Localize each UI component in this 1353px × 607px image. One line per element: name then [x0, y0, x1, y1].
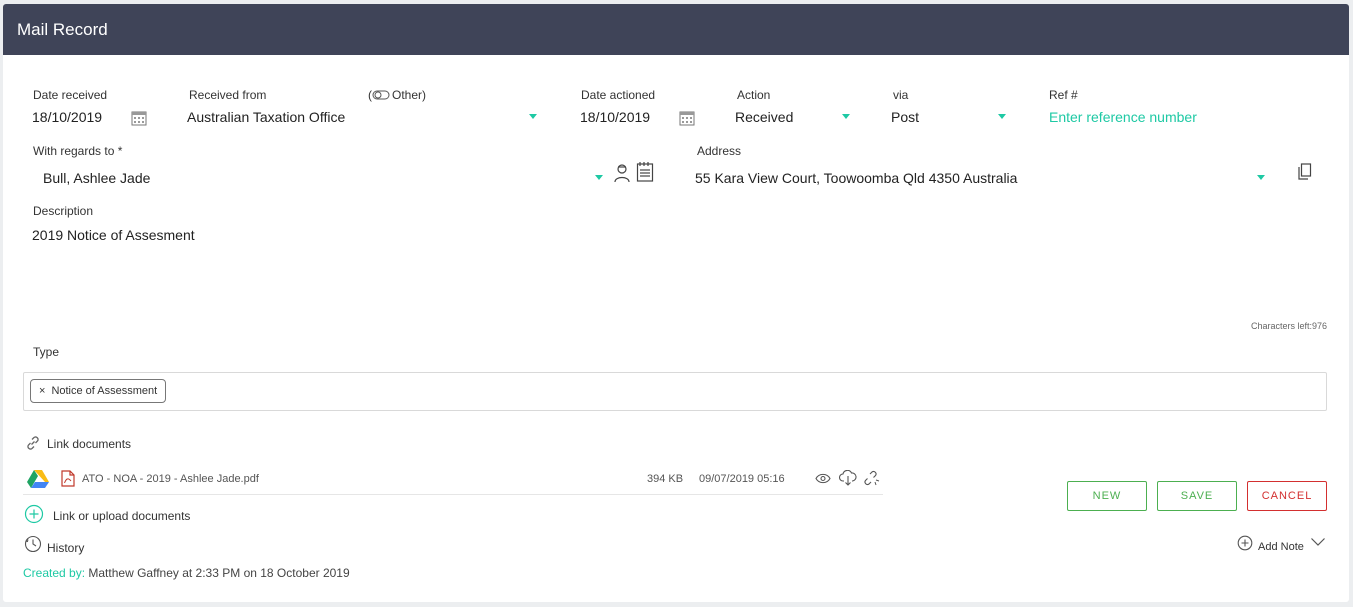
caret-down-icon[interactable]: [842, 114, 850, 119]
link-documents-link[interactable]: Link documents: [47, 437, 131, 451]
new-button[interactable]: NEW: [1067, 481, 1147, 511]
clock-icon: [24, 535, 42, 553]
characters-left: Characters left:976: [1250, 321, 1327, 331]
created-by-value: Matthew Gaffney at 2:33 PM on 18 October…: [85, 566, 350, 580]
document-name-link[interactable]: ATO - NOA - 2019 - Ashlee Jade.pdf: [82, 473, 259, 485]
caret-down-icon[interactable]: [998, 114, 1006, 119]
action-select[interactable]: Received: [735, 109, 793, 125]
type-chip-label: Notice of Assessment: [51, 385, 158, 397]
ref-input[interactable]: Enter reference number: [1049, 109, 1197, 125]
save-button[interactable]: SAVE: [1157, 481, 1237, 511]
caret-down-icon[interactable]: [1257, 175, 1265, 180]
chip-remove-button[interactable]: ×: [39, 385, 45, 397]
caret-down-icon[interactable]: [595, 175, 603, 180]
page-title: Mail Record: [17, 20, 108, 39]
description-textarea[interactable]: 2019 Notice of Assesment: [32, 227, 195, 243]
link-upload-documents-link[interactable]: Link or upload documents: [53, 509, 190, 523]
date-actioned-label: Date actioned: [581, 88, 656, 102]
person-icon[interactable]: [612, 163, 632, 183]
calendar-icon[interactable]: [679, 110, 695, 126]
cloud-download-icon[interactable]: [839, 470, 857, 486]
chevron-down-icon[interactable]: [1310, 537, 1326, 547]
type-chip: × Notice of Assessment: [30, 379, 167, 403]
address-select[interactable]: 55 Kara View Court, Toowoomba Qld 4350 A…: [695, 170, 1017, 186]
cancel-button[interactable]: CANCEL: [1247, 481, 1327, 511]
created-by: Created by: Matthew Gaffney at 2:33 PM o…: [23, 566, 350, 580]
via-label: via: [893, 88, 909, 102]
add-note-button[interactable]: Add Note: [1258, 541, 1304, 553]
received-from-select[interactable]: Australian Taxation Office: [187, 109, 345, 125]
ref-label: Ref #: [1049, 88, 1078, 102]
toggle-icon[interactable]: [372, 90, 390, 100]
created-by-label: Created by:: [23, 566, 86, 580]
document-date: 09/07/2019 05:16: [699, 473, 785, 485]
pdf-icon: [61, 470, 75, 487]
header-bar: Mail Record: [3, 4, 1349, 55]
unlink-icon[interactable]: [863, 470, 881, 486]
type-input[interactable]: × Notice of Assessment: [23, 372, 1327, 411]
regards-label: With regards to *: [33, 144, 123, 158]
caret-down-icon[interactable]: [529, 114, 537, 119]
document-divider: [23, 494, 883, 495]
document-size: 394 KB: [647, 473, 684, 485]
date-received-input[interactable]: 18/10/2019: [32, 109, 102, 125]
date-actioned-input[interactable]: 18/10/2019: [580, 109, 650, 125]
regards-select[interactable]: Bull, Ashlee Jade: [43, 170, 150, 186]
other-toggle[interactable]: ( Other): [368, 88, 426, 102]
type-label: Type: [33, 345, 60, 359]
google-drive-icon: [27, 470, 49, 488]
history-label[interactable]: History: [47, 541, 84, 555]
mail-record-card: Mail Record Date received Received from …: [3, 4, 1349, 602]
received-from-label: Received from: [189, 88, 267, 102]
description-label: Description: [33, 204, 94, 218]
add-circle-icon[interactable]: [1237, 535, 1253, 551]
action-label: Action: [737, 88, 771, 102]
other-toggle-label: Other): [392, 88, 427, 102]
via-select[interactable]: Post: [891, 109, 919, 125]
add-circle-icon[interactable]: [24, 504, 44, 524]
notepad-icon[interactable]: [636, 161, 654, 182]
copy-icon[interactable]: [1297, 163, 1313, 181]
link-icon: [27, 436, 39, 450]
eye-icon[interactable]: [815, 473, 831, 484]
date-received-label: Date received: [33, 88, 108, 102]
address-label: Address: [697, 144, 742, 158]
calendar-icon[interactable]: [131, 110, 147, 126]
